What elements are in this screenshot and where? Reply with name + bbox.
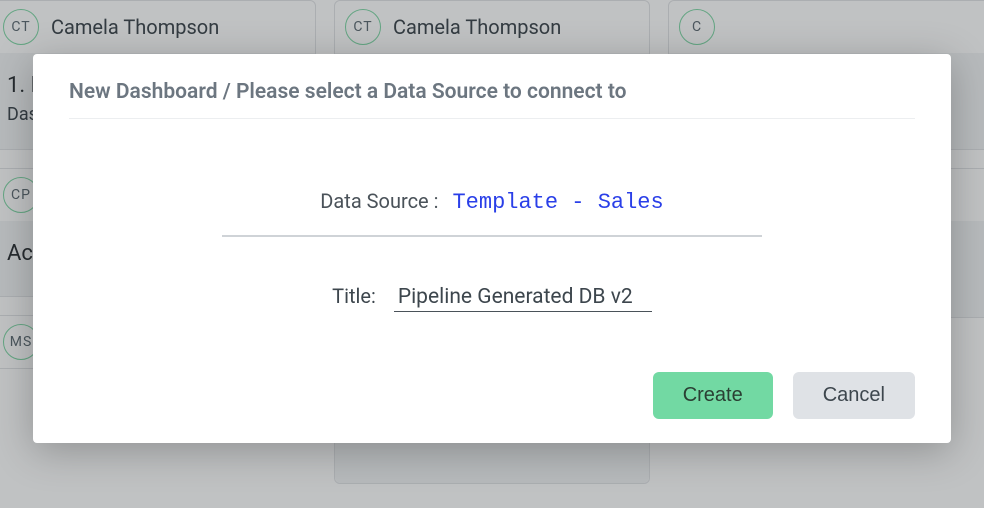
cancel-button[interactable]: Cancel: [793, 372, 915, 419]
new-dashboard-modal: New Dashboard / Please select a Data Sou…: [33, 54, 951, 443]
modal-title: New Dashboard / Please select a Data Sou…: [69, 80, 915, 119]
title-input[interactable]: [394, 283, 652, 312]
data-source-label: Data Source :: [320, 189, 438, 213]
create-button[interactable]: Create: [653, 372, 773, 419]
divider: [222, 235, 762, 237]
data-source-value[interactable]: Template - Sales: [452, 190, 663, 215]
modal-overlay: New Dashboard / Please select a Data Sou…: [0, 0, 984, 508]
title-label: Title:: [332, 284, 376, 308]
